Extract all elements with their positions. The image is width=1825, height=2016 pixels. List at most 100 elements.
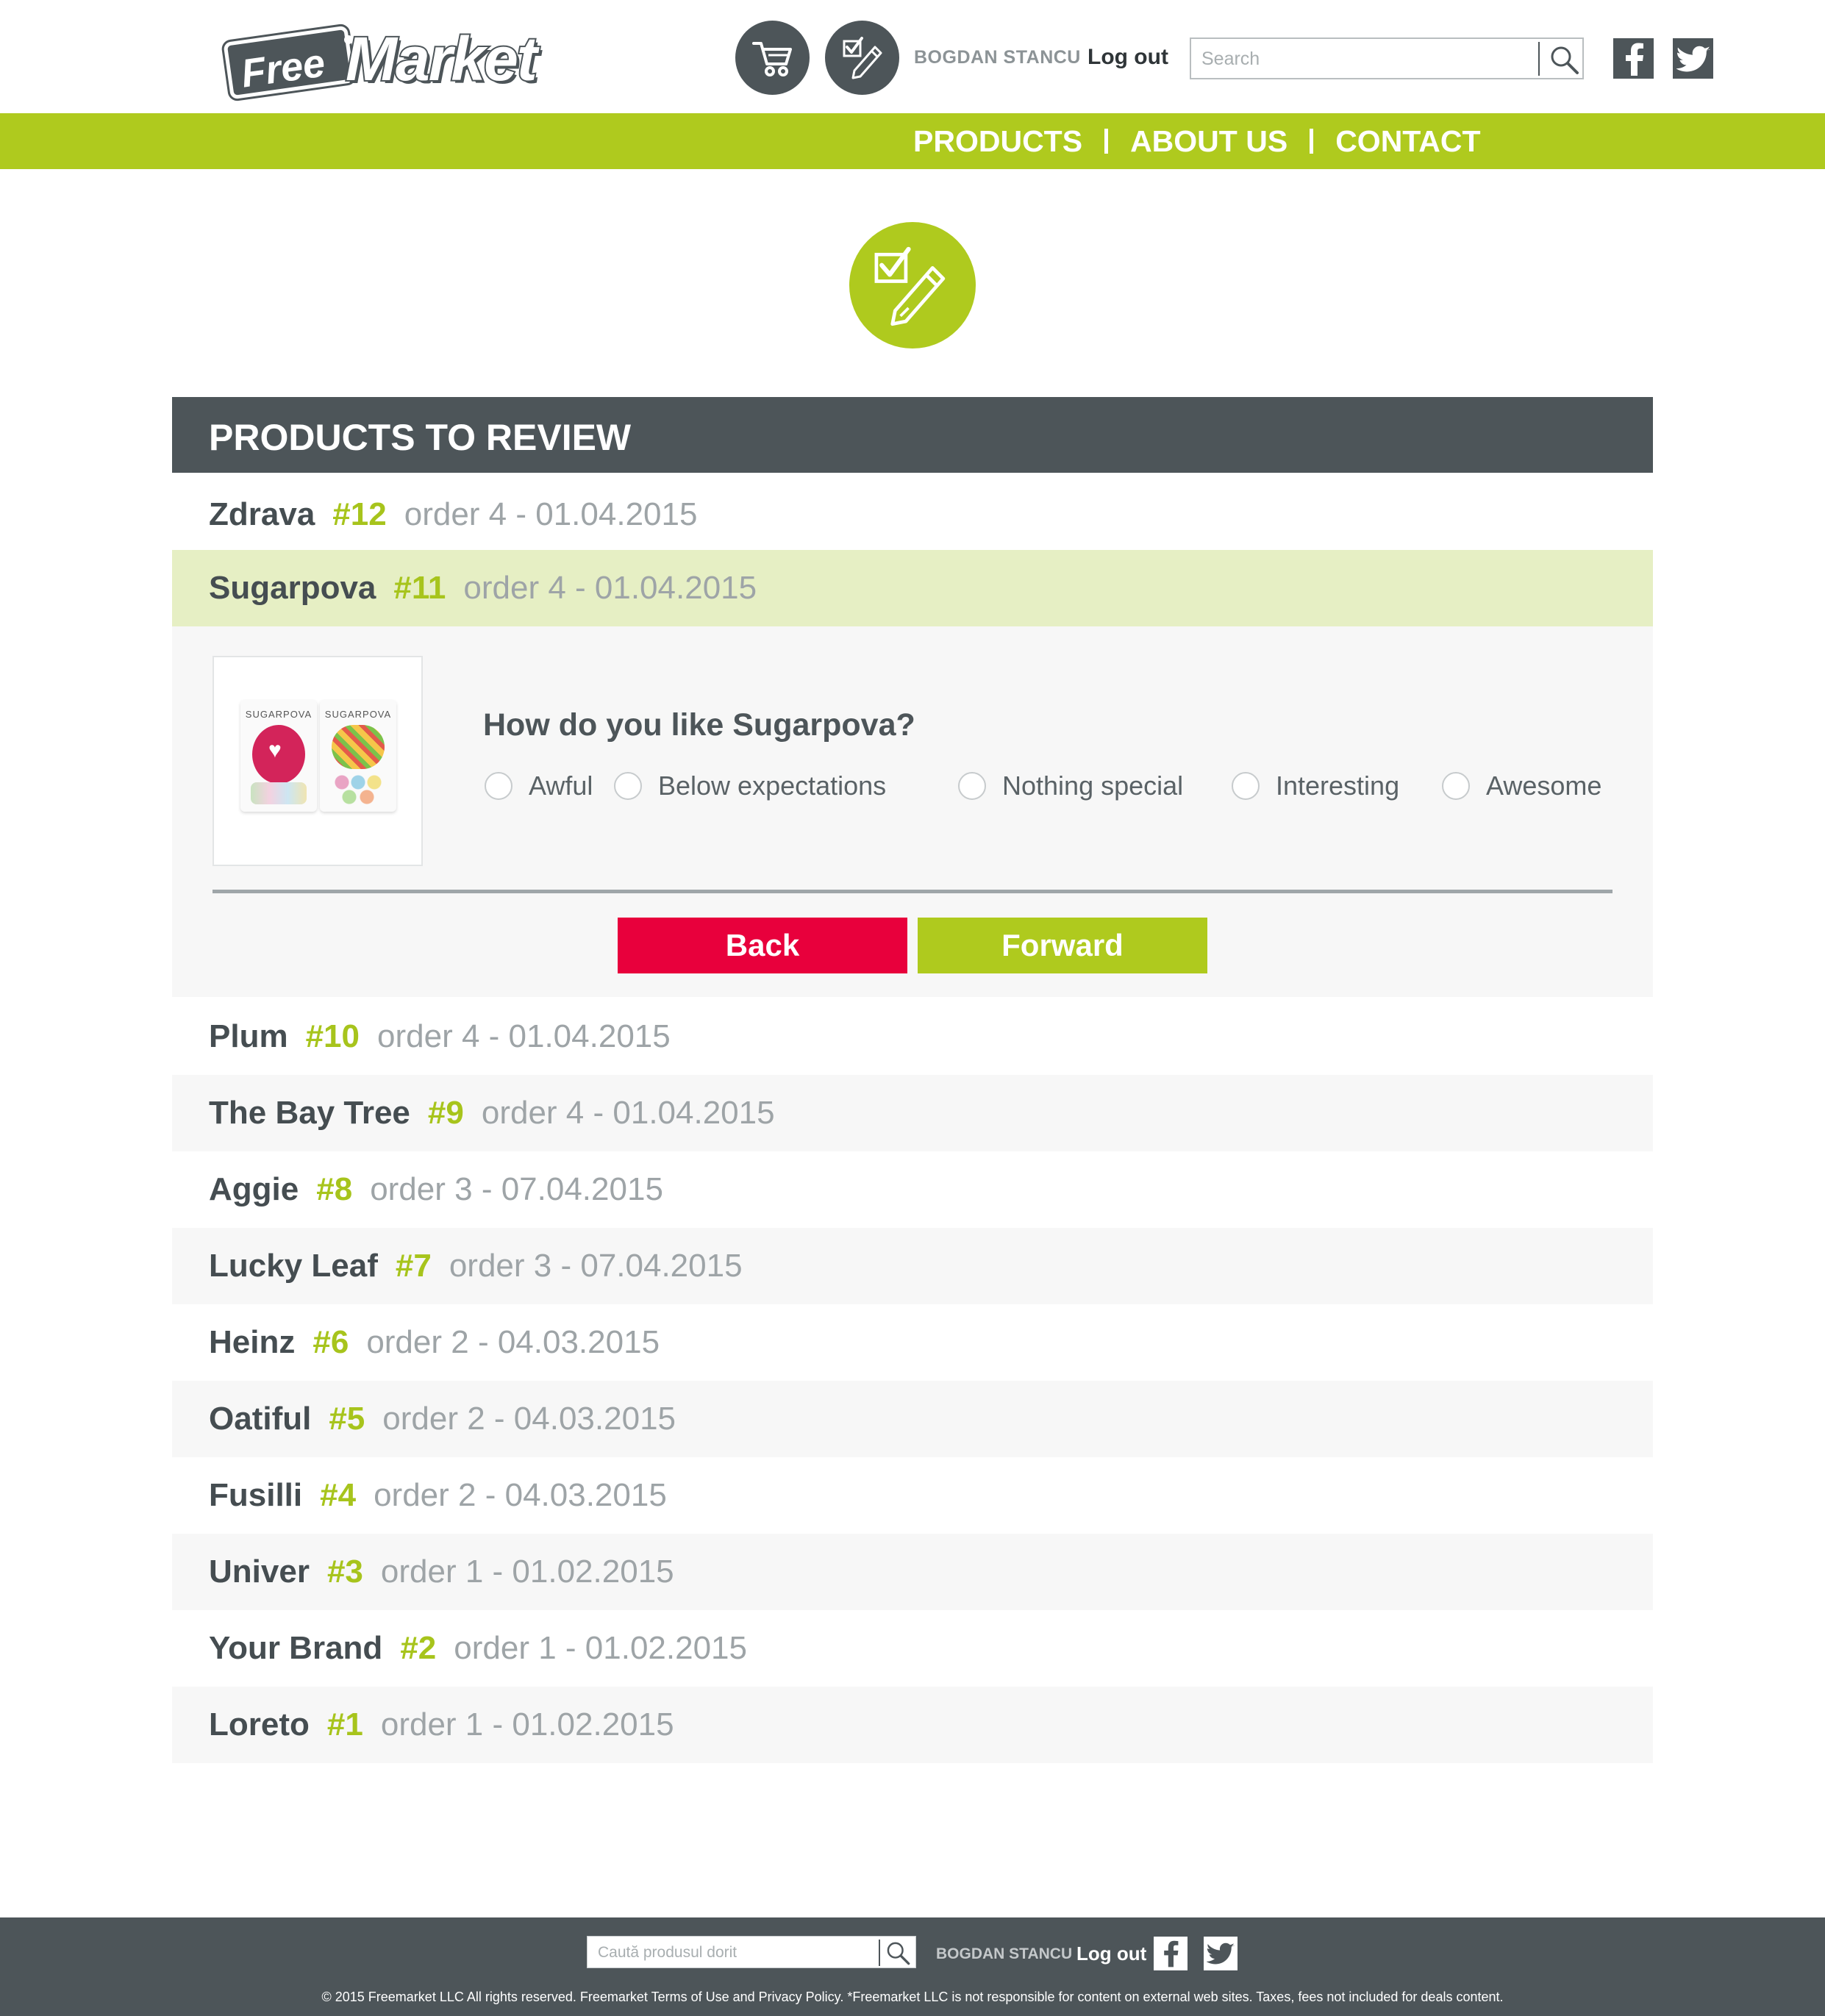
- twitter-button[interactable]: [1673, 38, 1713, 79]
- option-label: Awesome: [1486, 771, 1602, 801]
- footer-search-box: [587, 1936, 916, 1968]
- footer-facebook-button[interactable]: [1154, 1937, 1188, 1970]
- rating-option-awful[interactable]: Awful: [485, 771, 593, 801]
- review-icon: [843, 36, 882, 79]
- review-row[interactable]: Loreto #1 order 1 - 01.02.2015: [172, 1687, 1653, 1763]
- product-number: #5: [329, 1401, 365, 1437]
- freemarket-logo[interactable]: Free Market: [221, 21, 539, 103]
- cart-button[interactable]: [735, 21, 810, 95]
- product-name: Lucky Leaf: [209, 1248, 378, 1284]
- product-number: #12: [332, 496, 387, 532]
- review-question: How do you like Sugarpova?: [483, 707, 915, 743]
- radio-button[interactable]: [1442, 772, 1470, 800]
- product-name: Loreto: [209, 1706, 310, 1742]
- rating-option-interesting[interactable]: Interesting: [1232, 771, 1399, 801]
- order-info: order 4 - 01.04.2015: [481, 1095, 775, 1131]
- rating-option-awesome[interactable]: Awesome: [1442, 771, 1601, 801]
- review-row[interactable]: Aggie #8 order 3 - 07.04.2015: [172, 1151, 1653, 1228]
- product-number: #1: [326, 1706, 363, 1742]
- review-row-active[interactable]: Sugarpova #11 order 4 - 01.04.2015: [172, 550, 1653, 626]
- order-info: order 1 - 01.02.2015: [454, 1630, 747, 1666]
- review-hero-badge: [849, 222, 976, 348]
- product-number: #3: [326, 1554, 363, 1590]
- product-name: Sugarpova: [209, 570, 376, 606]
- radio-button[interactable]: [958, 772, 986, 800]
- review-row[interactable]: Your Brand #2 order 1 - 01.02.2015: [172, 1610, 1653, 1687]
- rating-options: Awful Below expectations Nothing special…: [485, 771, 1661, 804]
- product-number: #8: [316, 1171, 353, 1207]
- nav-products[interactable]: PRODUCTS: [913, 124, 1082, 159]
- rating-option-below-expectations[interactable]: Below expectations: [614, 771, 886, 801]
- review-row[interactable]: Heinz #6 order 2 - 04.03.2015: [172, 1304, 1653, 1381]
- order-info: order 2 - 04.03.2015: [366, 1324, 660, 1360]
- review-row[interactable]: Univer #3 order 1 - 01.02.2015: [172, 1534, 1653, 1610]
- order-info: order 1 - 01.02.2015: [380, 1706, 674, 1742]
- search-divider: [879, 1940, 880, 1966]
- bag-brand: SUGARPOVA: [324, 709, 392, 720]
- order-info: order 3 - 07.04.2015: [449, 1248, 743, 1284]
- option-label: Awful: [529, 771, 593, 801]
- nav-separator: [1104, 129, 1109, 154]
- radio-button[interactable]: [485, 772, 512, 800]
- product-name: Your Brand: [209, 1630, 383, 1666]
- search-box: [1190, 37, 1584, 79]
- product-number: #4: [320, 1477, 357, 1513]
- radio-button[interactable]: [1232, 772, 1260, 800]
- option-label: Below expectations: [658, 771, 887, 801]
- order-info: order 4 - 01.04.2015: [404, 496, 698, 532]
- order-info: order 3 - 07.04.2015: [370, 1171, 663, 1207]
- review-icon: [874, 246, 946, 326]
- search-icon[interactable]: [1548, 43, 1580, 76]
- product-number: #6: [312, 1324, 349, 1360]
- product-bag-yellow: SUGARPOVA: [320, 700, 396, 812]
- review-row[interactable]: Plum #10 order 4 - 01.04.2015: [172, 998, 1653, 1075]
- footer-search-input[interactable]: [598, 1942, 877, 1964]
- nav-separator: [1310, 129, 1314, 154]
- review-row[interactable]: Fusilli #4 order 2 - 04.03.2015: [172, 1457, 1653, 1534]
- review-row[interactable]: The Bay Tree #9 order 4 - 01.04.2015: [172, 1075, 1653, 1151]
- footer-user-name[interactable]: BOGDAN STANCU: [936, 1945, 1072, 1963]
- form-divider: [213, 890, 1613, 893]
- product-image: SUGARPOVA ♥ SUGARPOVA: [213, 656, 423, 866]
- order-info: order 1 - 01.02.2015: [380, 1554, 674, 1590]
- radio-button[interactable]: [614, 772, 642, 800]
- cart-icon: [751, 41, 792, 76]
- order-info: order 2 - 04.03.2015: [382, 1401, 676, 1437]
- review-row[interactable]: Oatiful #5 order 2 - 04.03.2015: [172, 1381, 1653, 1457]
- nav-about-us[interactable]: ABOUT US: [1130, 124, 1288, 159]
- main-nav: PRODUCTS ABOUT US CONTACT: [0, 113, 1825, 169]
- search-input[interactable]: [1201, 46, 1540, 71]
- product-name: Oatiful: [209, 1401, 312, 1437]
- review-button[interactable]: [825, 21, 899, 95]
- nav-contact[interactable]: CONTACT: [1335, 124, 1480, 159]
- footer-logout-link[interactable]: Log out: [1076, 1942, 1146, 1965]
- product-name: Univer: [209, 1554, 310, 1590]
- footer-twitter-button[interactable]: [1204, 1937, 1238, 1970]
- product-name: Fusilli: [209, 1477, 303, 1513]
- twitter-icon: [1207, 1942, 1235, 1965]
- review-row[interactable]: Lucky Leaf #7 order 3 - 07.04.2015: [172, 1228, 1653, 1304]
- facebook-icon: [1625, 43, 1643, 76]
- rating-option-nothing-special[interactable]: Nothing special: [958, 771, 1183, 801]
- facebook-icon: [1164, 1940, 1179, 1967]
- logo-word: Market: [344, 23, 539, 95]
- back-button[interactable]: Back: [618, 918, 907, 973]
- order-info: order 4 - 01.04.2015: [463, 570, 757, 606]
- product-name: Aggie: [209, 1171, 299, 1207]
- logout-link[interactable]: Log out: [1088, 45, 1168, 70]
- forward-button[interactable]: Forward: [918, 918, 1207, 973]
- facebook-button[interactable]: [1613, 38, 1654, 79]
- product-name: The Bay Tree: [209, 1095, 410, 1131]
- product-name: Zdrava: [209, 496, 315, 532]
- review-row[interactable]: Zdrava #12 order 4 - 01.04.2015: [172, 476, 1653, 553]
- search-icon[interactable]: [885, 1940, 911, 1966]
- site-footer: BOGDAN STANCU Log out © 2015 Freemarket …: [0, 1917, 1825, 2016]
- products-to-review-header: PRODUCTS TO REVIEW: [172, 397, 1653, 473]
- option-label: Nothing special: [1002, 771, 1184, 801]
- product-number: #9: [427, 1095, 464, 1131]
- product-number: #10: [305, 1018, 360, 1054]
- copyright-text: © 2015 Freemarket LLC All rights reserve…: [321, 1990, 1504, 2004]
- user-name[interactable]: BOGDAN STANCU: [914, 47, 1081, 68]
- site-header: Free Market BOGDAN STANCU Log out: [0, 0, 1825, 113]
- review-form: SUGARPOVA ♥ SUGARPOVA How do you like Su…: [172, 626, 1653, 997]
